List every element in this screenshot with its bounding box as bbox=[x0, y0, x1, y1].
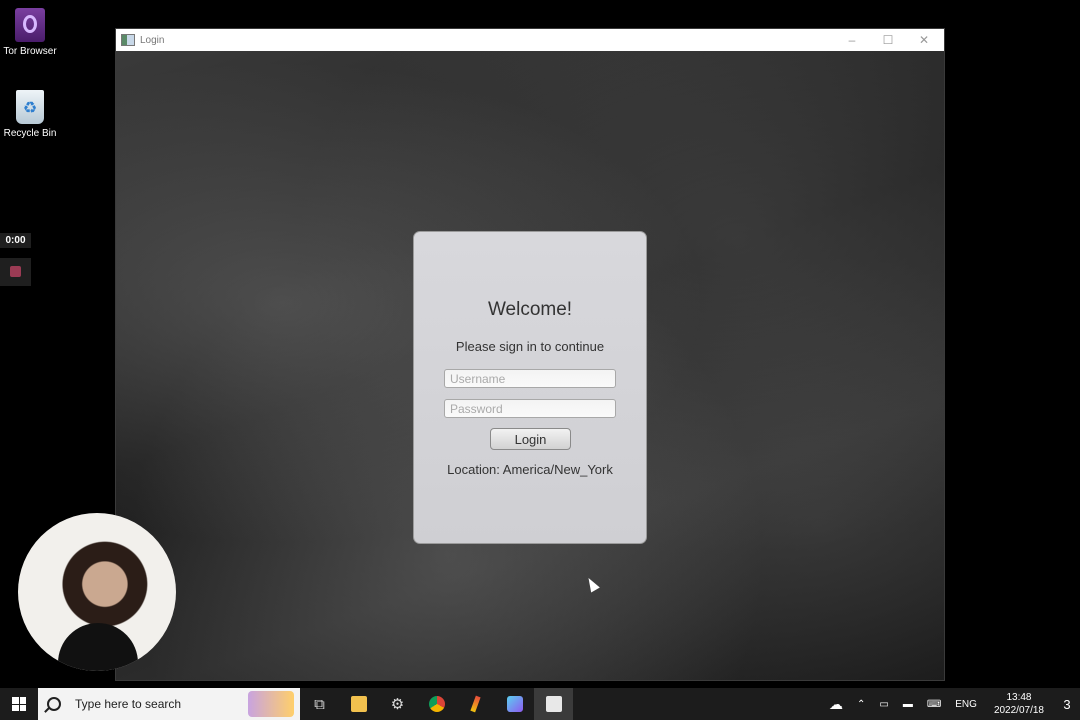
desktop-icon-label: Tor Browser bbox=[3, 46, 57, 57]
chevron-up-icon[interactable]: ⌃ bbox=[850, 699, 872, 710]
file-explorer-icon[interactable] bbox=[339, 688, 378, 720]
java-app-icon bbox=[121, 34, 135, 46]
password-input[interactable] bbox=[444, 399, 616, 418]
start-button[interactable] bbox=[0, 688, 38, 720]
java-app-icon[interactable] bbox=[534, 688, 573, 720]
battery-icon[interactable]: ▬ bbox=[896, 699, 920, 710]
clock[interactable]: 13:48 2022/07/18 bbox=[984, 691, 1054, 717]
network-icon[interactable]: ▭ bbox=[872, 699, 895, 710]
sign-in-subtitle: Please sign in to continue bbox=[455, 339, 605, 354]
chalkboard-background: Welcome! Please sign in to continue Logi… bbox=[116, 51, 944, 680]
cube-app-icon[interactable] bbox=[495, 688, 534, 720]
login-button[interactable]: Login bbox=[490, 428, 571, 450]
username-input[interactable] bbox=[444, 369, 616, 388]
desktop-icon-label: Recycle Bin bbox=[3, 128, 57, 139]
pen-icon[interactable] bbox=[456, 688, 495, 720]
notification-count: 3 bbox=[1063, 696, 1071, 712]
clock-date: 2022/07/18 bbox=[993, 705, 1044, 716]
windows-logo-icon bbox=[12, 697, 26, 711]
maximize-button[interactable]: ☐ bbox=[870, 29, 906, 51]
stop-recording-button[interactable] bbox=[0, 258, 31, 286]
taskbar-search-box[interactable]: Type here to search bbox=[38, 688, 300, 720]
login-card: Welcome! Please sign in to continue Logi… bbox=[413, 231, 647, 544]
recycle-bin-icon bbox=[16, 90, 44, 124]
system-tray: ☁ ⌃ ▭ ▬ ⌨ ENG 13:48 2022/07/18 3 bbox=[822, 688, 1080, 720]
taskbar: Type here to search ⧉ ⚙ ☁ ⌃ ▭ ▬ ⌨ ENG 13… bbox=[0, 688, 1080, 720]
location-label: Location: America/New_York bbox=[447, 462, 613, 477]
desktop-icon-recycle-bin[interactable]: Recycle Bin bbox=[0, 90, 60, 139]
clock-time: 13:48 bbox=[1006, 692, 1032, 703]
chrome-icon[interactable] bbox=[417, 688, 456, 720]
tor-browser-icon bbox=[15, 8, 45, 42]
welcome-heading: Welcome! bbox=[487, 299, 573, 320]
task-view-icon[interactable]: ⧉ bbox=[300, 688, 339, 720]
window-title: Login bbox=[140, 34, 165, 46]
login-window: Login – ☐ ✕ Welcome! Please sign in to c… bbox=[115, 28, 945, 681]
window-titlebar[interactable]: Login – ☐ ✕ bbox=[116, 29, 944, 51]
keyboard-icon[interactable]: ⌨ bbox=[920, 699, 948, 710]
search-placeholder: Type here to search bbox=[75, 697, 182, 711]
language-indicator[interactable]: ENG bbox=[948, 699, 984, 710]
search-icon bbox=[47, 697, 61, 711]
weather-icon[interactable]: ☁ bbox=[822, 696, 850, 713]
settings-icon[interactable]: ⚙ bbox=[378, 688, 417, 720]
webcam-overlay bbox=[18, 513, 176, 671]
desktop-icon-tor-browser[interactable]: Tor Browser bbox=[0, 8, 60, 57]
stop-icon bbox=[10, 266, 21, 277]
minimize-button[interactable]: – bbox=[834, 29, 870, 51]
recording-timer: 0:00 bbox=[0, 233, 31, 248]
search-highlight-icon bbox=[248, 691, 294, 717]
notification-center-button[interactable]: 3 bbox=[1054, 697, 1080, 712]
close-button[interactable]: ✕ bbox=[906, 29, 942, 51]
